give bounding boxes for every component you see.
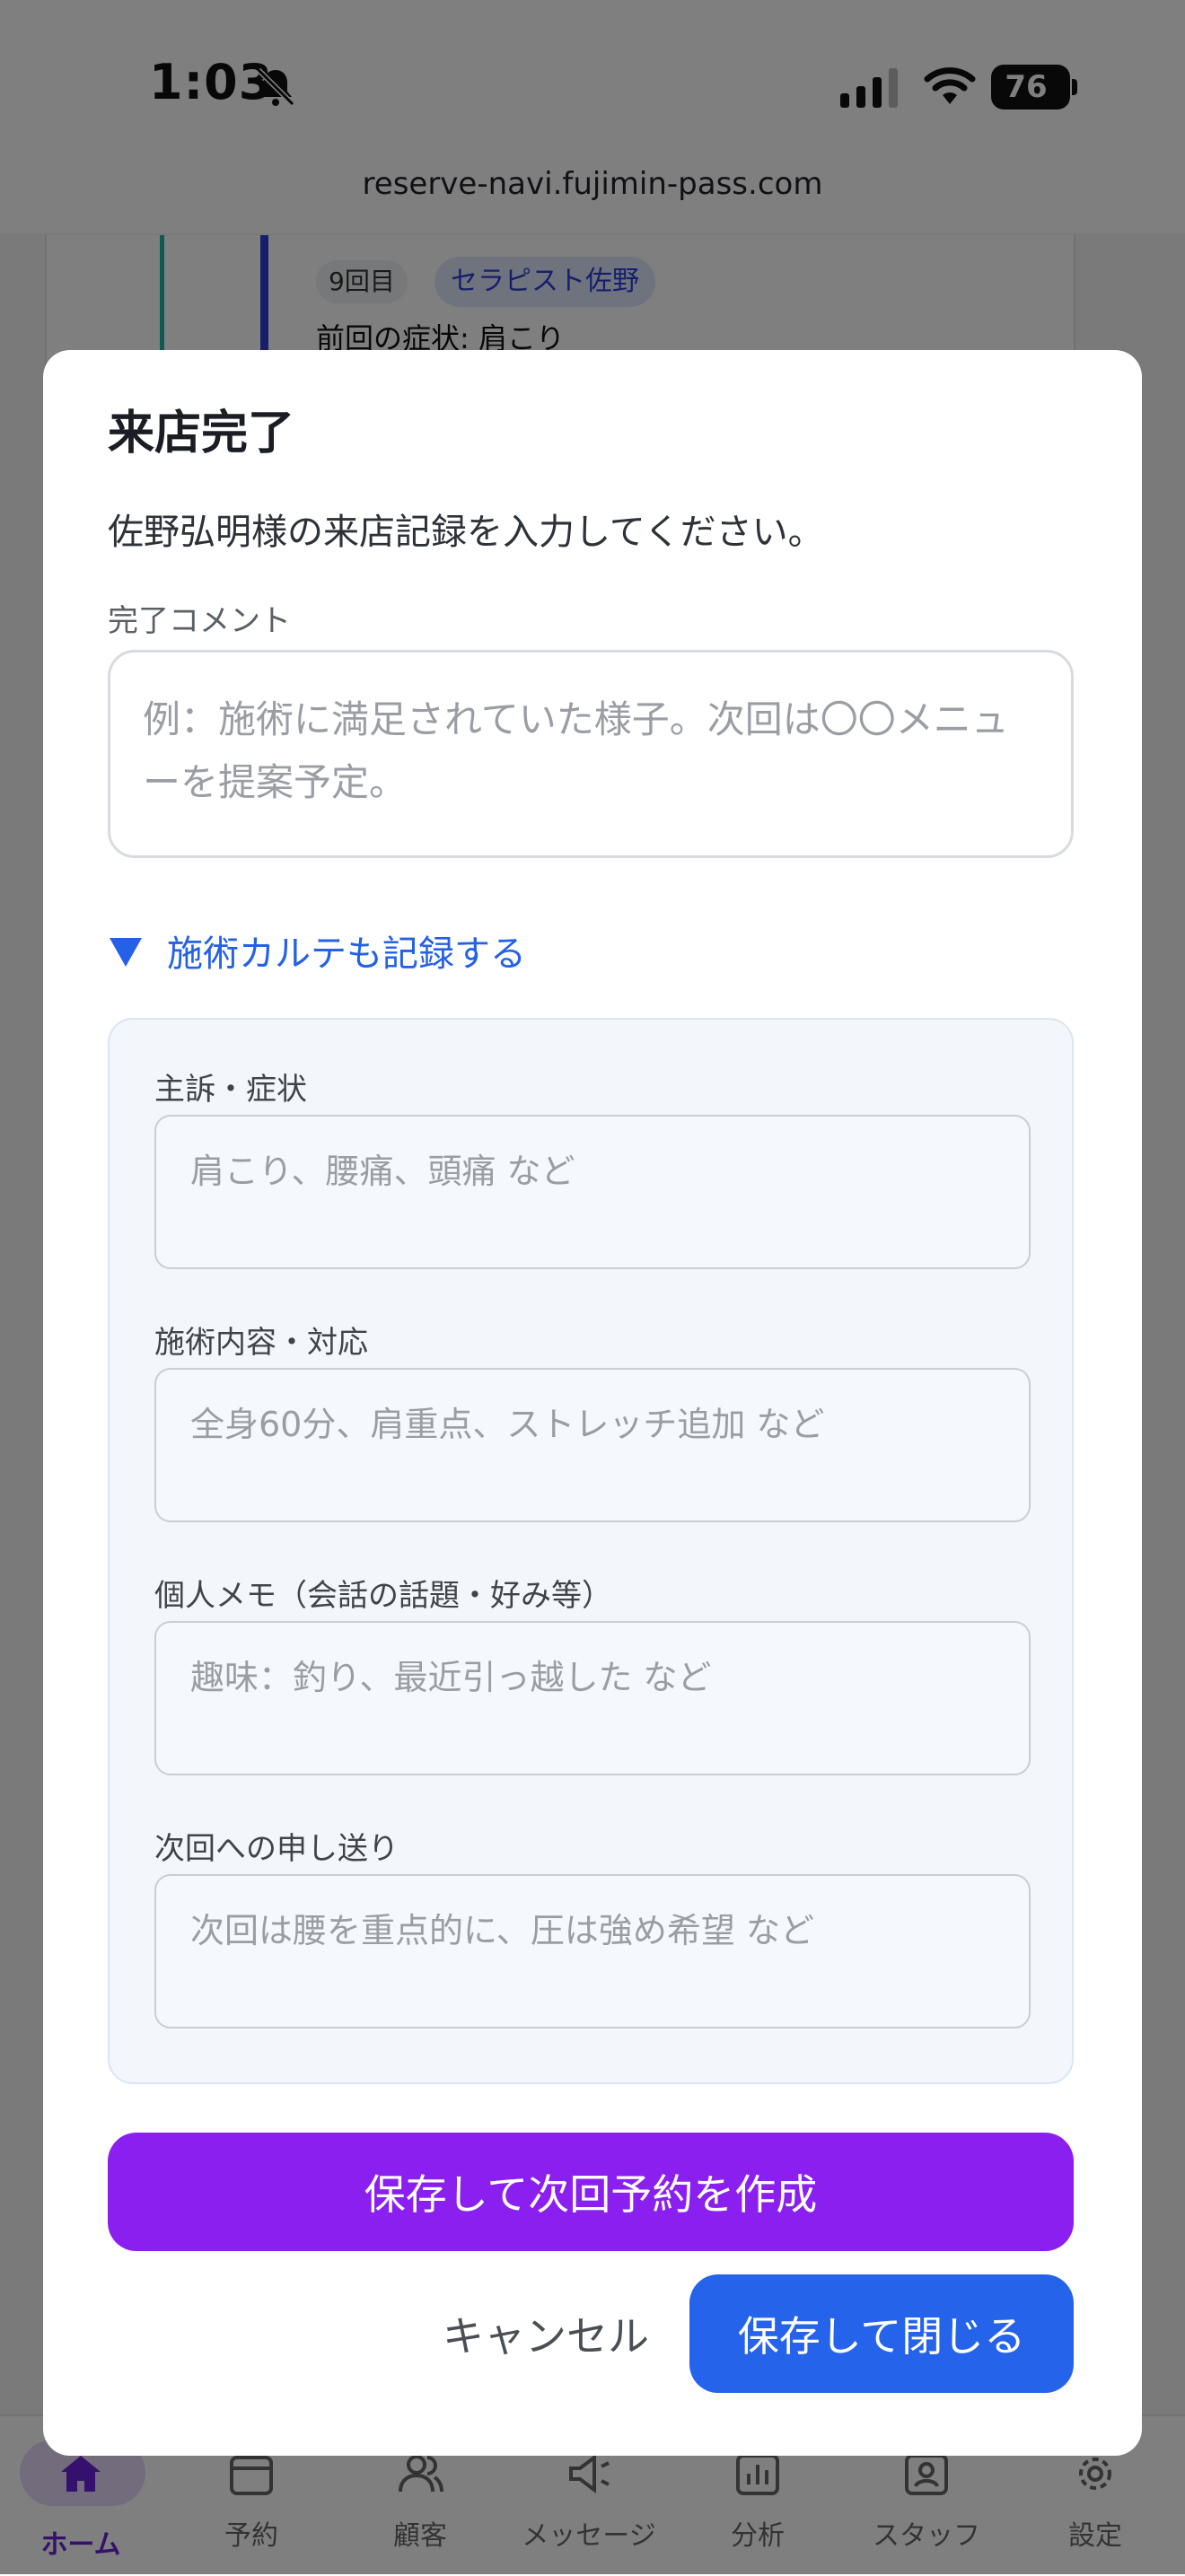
modal-title: 来店完了	[108, 407, 295, 460]
chief-complaint-label: 主訴・症状	[154, 1072, 307, 1108]
completion-comment-input[interactable]	[143, 688, 1040, 832]
personal-memo-frame	[154, 1621, 1031, 1775]
modal-description: 佐野弘明様の来店記録を入力してください。	[108, 512, 824, 553]
save-and-create-next-reservation-button[interactable]: 保存して次回予約を作成	[108, 2133, 1074, 2251]
karte-section: 主訴・症状 施術内容・対応 個人メモ（会話の話題・好み等） 次回への申し送り	[108, 1018, 1074, 2084]
karte-toggle[interactable]: 施術カルテも記録する	[108, 924, 526, 977]
treatment-frame	[154, 1368, 1031, 1522]
chief-complaint-input[interactable]	[190, 1143, 998, 1242]
treatment-input[interactable]	[190, 1397, 998, 1495]
save-and-close-button[interactable]: 保存して閉じる	[689, 2274, 1074, 2393]
comment-label: 完了コメント	[108, 603, 291, 639]
cancel-button[interactable]: キャンセル	[366, 2274, 725, 2393]
handover-input[interactable]	[190, 1903, 998, 2002]
chief-complaint-frame	[154, 1115, 1031, 1269]
visit-complete-modal: 来店完了 佐野弘明様の来店記録を入力してください。 完了コメント 施術カルテも記…	[43, 350, 1142, 2456]
personal-memo-label: 個人メモ（会話の話題・好み等）	[154, 1578, 612, 1614]
personal-memo-input[interactable]	[190, 1650, 998, 1748]
handover-frame	[154, 1874, 1031, 2028]
handover-label: 次回への申し送り	[154, 1831, 399, 1867]
triangle-down-icon	[110, 938, 142, 967]
treatment-label: 施術内容・対応	[154, 1325, 368, 1361]
karte-toggle-label: 施術カルテも記録する	[167, 933, 526, 975]
comment-field-frame	[108, 650, 1074, 858]
